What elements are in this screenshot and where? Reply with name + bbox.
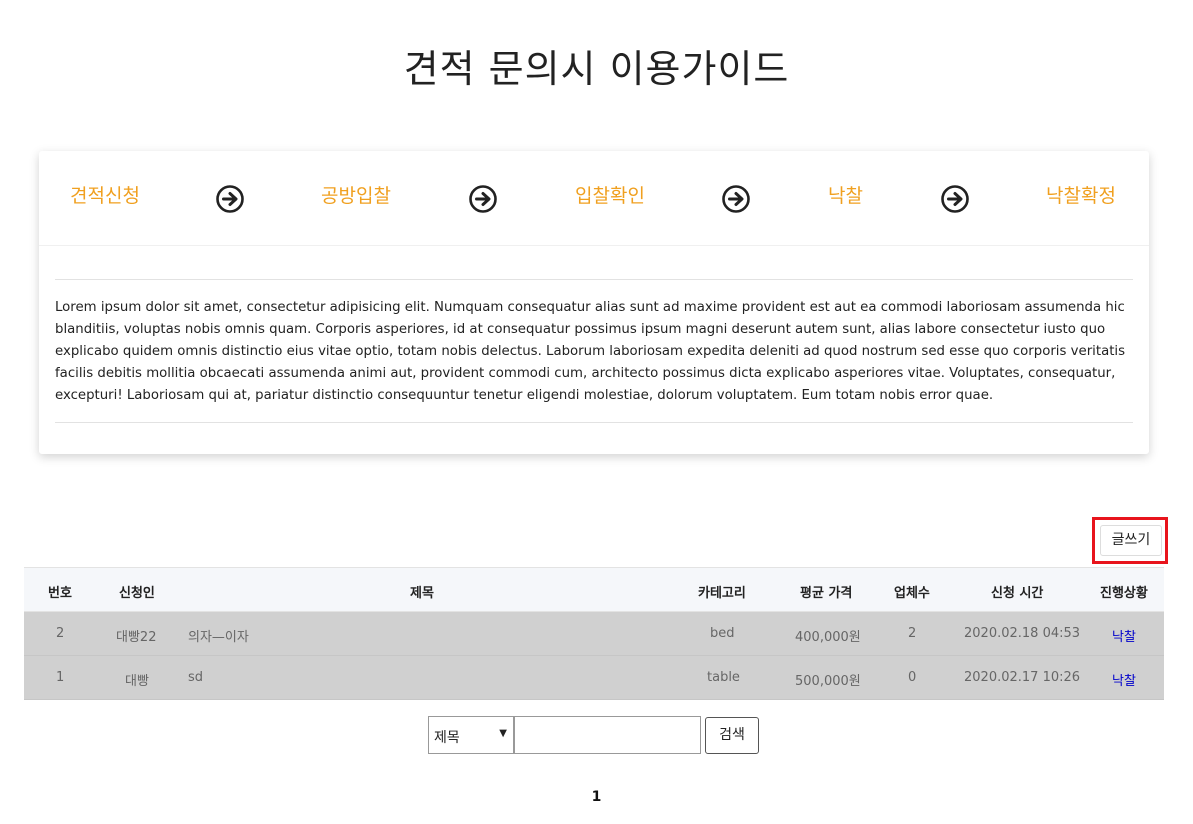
header-category: 카테고리 — [698, 586, 746, 601]
write-button[interactable]: 글쓰기 — [1100, 525, 1162, 556]
header-status: 진행상황 — [1100, 586, 1148, 601]
cell-category: bed — [710, 626, 735, 641]
step-bid-confirm: 입찰확인 — [575, 185, 645, 207]
cell-applicant: 대빵22 — [116, 630, 157, 645]
arrow-circle-right-icon — [215, 184, 245, 214]
guide-card: 견적신청 공방입찰 입찰확인 낙찰 낙찰확정 Lorem ipsum dolor… — [39, 151, 1149, 454]
page-title: 견적 문의시 이용가이드 — [403, 47, 790, 91]
arrow-circle-right-icon — [940, 184, 970, 214]
status-link[interactable]: 낙찰 — [1112, 670, 1136, 689]
table-header: 번호 신청인 제목 카테고리 평균 가격 업체수 신청 시간 진행상황 — [24, 567, 1164, 612]
cell-time: 2020.02.18 04:53 — [964, 626, 1081, 641]
arrow-circle-right-icon — [468, 184, 498, 214]
status-link[interactable]: 낙찰 — [1112, 626, 1136, 645]
step-award: 낙찰 — [828, 185, 863, 207]
step-award-confirm: 낙찰확정 — [1046, 185, 1116, 207]
header-time: 신청 시간 — [991, 586, 1044, 601]
write-button-highlight: 글쓰기 — [1092, 517, 1168, 564]
process-steps: 견적신청 공방입찰 입찰확인 낙찰 낙찰확정 — [39, 151, 1149, 246]
header-avg-price: 평균 가격 — [800, 586, 853, 601]
table-row[interactable]: 2 대빵22 의자—이자 bed 400,000원 2 2020.02.18 0… — [24, 612, 1164, 656]
step-request-quote: 견적신청 — [70, 185, 140, 207]
header-title: 제목 — [410, 586, 434, 601]
cell-category: table — [707, 670, 740, 685]
cell-companies: 0 — [908, 670, 917, 685]
cell-time: 2020.02.17 10:26 — [964, 670, 1081, 685]
search-type-value: 제목 — [434, 730, 460, 746]
cell-avg-price: 400,000원 — [795, 630, 861, 645]
caret-down-icon: ▼ — [499, 728, 507, 739]
cell-avg-price: 500,000원 — [795, 674, 861, 689]
cell-no: 2 — [56, 626, 65, 641]
header-no: 번호 — [48, 586, 72, 601]
search-input[interactable] — [514, 716, 701, 754]
pagination: 1 — [0, 786, 1193, 805]
search-button[interactable]: 검색 — [705, 717, 759, 754]
quote-table: 번호 신청인 제목 카테고리 평균 가격 업체수 신청 시간 진행상황 2 대빵… — [24, 567, 1164, 700]
cell-companies: 2 — [908, 626, 917, 641]
step-workshop-bid: 공방입찰 — [321, 185, 391, 207]
cell-no: 1 — [56, 670, 65, 685]
table-row[interactable]: 1 대빵 sd table 500,000원 0 2020.02.17 10:2… — [24, 656, 1164, 700]
cell-title[interactable]: 의자—이자 — [188, 626, 249, 645]
cell-title[interactable]: sd — [188, 670, 203, 685]
search-type-select[interactable]: 제목 ▼ — [428, 716, 514, 754]
guide-description: Lorem ipsum dolor sit amet, consectetur … — [55, 279, 1133, 423]
arrow-circle-right-icon — [721, 184, 751, 214]
header-companies: 업체수 — [894, 586, 930, 601]
page-number[interactable]: 1 — [592, 789, 602, 805]
cell-applicant: 대빵 — [125, 674, 149, 689]
header-applicant: 신청인 — [119, 586, 155, 601]
